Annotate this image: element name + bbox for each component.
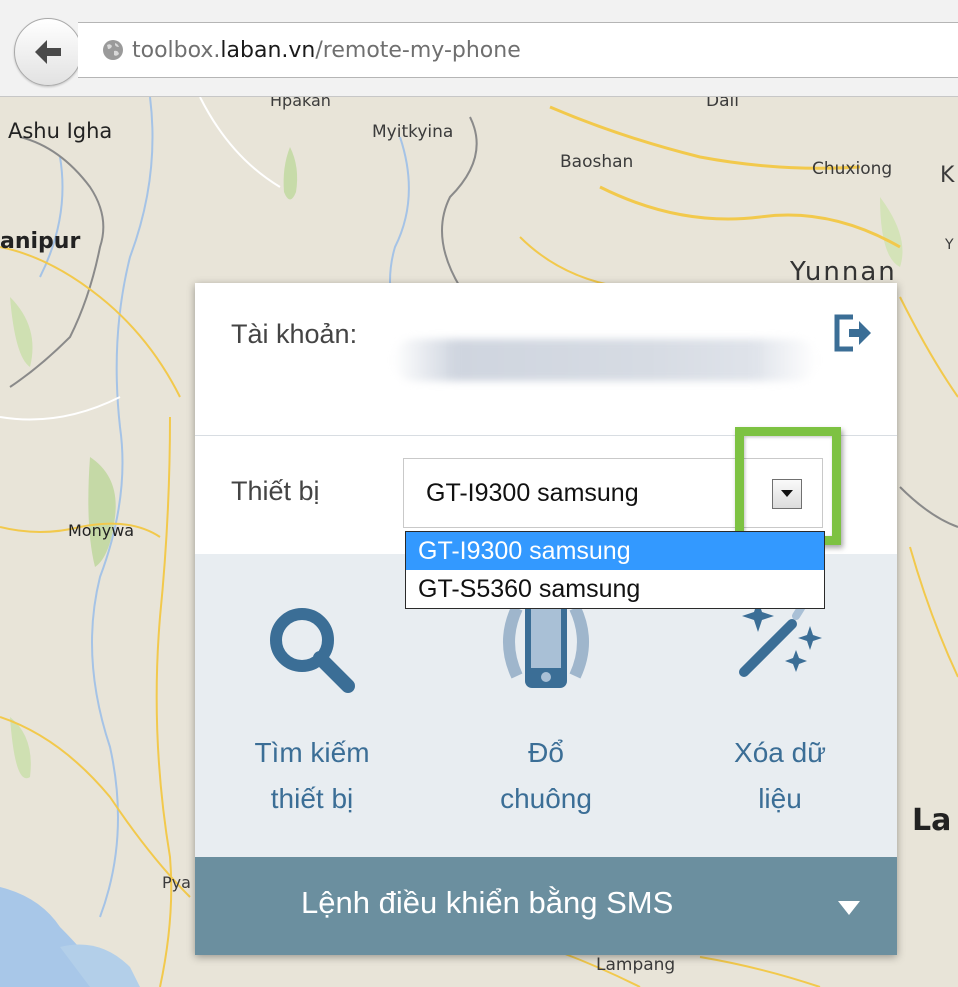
ring-label-line2: chuông — [500, 783, 592, 814]
search-icon — [270, 608, 355, 693]
device-select-value: GT-I9300 samsung — [426, 479, 639, 507]
find-device-label: Tìm kiếm thiết bị — [195, 730, 429, 822]
url-path: /remote-my-phone — [315, 37, 521, 63]
find-device-action[interactable]: Tìm kiếm thiết bị — [195, 554, 429, 857]
back-button[interactable] — [14, 18, 82, 86]
map-label-lampang: Lampang — [596, 955, 676, 975]
find-device-label-line1: Tìm kiếm — [254, 737, 370, 768]
caret-down-icon — [838, 901, 860, 915]
url-domain: laban.vn — [220, 37, 316, 63]
device-option-gt-s5360[interactable]: GT-S5360 samsung — [406, 570, 824, 608]
wipe-data-label-line1: Xóa dữ — [734, 737, 826, 768]
map-label-hpakan: Hpakan — [270, 97, 331, 110]
map-label-pya: Pya — [162, 873, 191, 892]
url-text: toolbox.laban.vn/remote-my-phone — [132, 38, 521, 63]
logout-button[interactable] — [831, 311, 875, 355]
url-prefix: toolbox. — [132, 37, 221, 63]
find-device-label-line2: thiết bị — [270, 783, 354, 814]
device-label: Thiết bị — [231, 476, 320, 506]
map-label-ashu-igha: Ashu Igha — [8, 119, 113, 143]
wipe-data-label: Xóa dữ liệu — [663, 730, 897, 822]
back-arrow-icon — [35, 40, 61, 64]
map-label-dali: Dali — [706, 97, 739, 111]
account-value-blurred — [393, 339, 817, 381]
device-dropdown-list: GT-I9300 samsung GT-S5360 samsung — [405, 531, 825, 609]
wipe-data-label-line2: liệu — [758, 783, 802, 814]
logout-icon — [834, 314, 871, 352]
map-label-monywa: Monywa — [68, 521, 135, 540]
sms-commands-toggle[interactable]: Lệnh điều khiển bằng SMS — [195, 857, 897, 955]
map-label-la: La — [912, 803, 952, 838]
remote-phone-panel: Tài khoản: Thiết bị GT-I9300 samsung Tìm… — [195, 283, 897, 955]
highlight-annotation — [735, 427, 841, 545]
map-label-myitkyina: Myitkyina — [372, 122, 454, 142]
sms-commands-label: Lệnh điều khiển bằng SMS — [301, 885, 674, 920]
ring-label-line1: Đổ — [528, 737, 564, 768]
account-label: Tài khoản: — [231, 319, 358, 349]
globe-icon — [103, 40, 123, 60]
map-label-chuxiong: Chuxiong — [812, 159, 893, 179]
map-label-k: K — [940, 163, 955, 188]
map-label-y: Y — [945, 237, 954, 253]
ring-label: Đổ chuông — [429, 730, 663, 822]
account-row: Tài khoản: — [195, 283, 897, 436]
map-label-baoshan: Baoshan — [560, 152, 634, 172]
device-option-gt-i9300[interactable]: GT-I9300 samsung — [406, 532, 824, 570]
map-label-anipur: anipur — [0, 229, 81, 254]
browser-toolbar: toolbox.laban.vn/remote-my-phone — [0, 0, 958, 97]
address-bar[interactable]: toolbox.laban.vn/remote-my-phone — [78, 22, 958, 78]
